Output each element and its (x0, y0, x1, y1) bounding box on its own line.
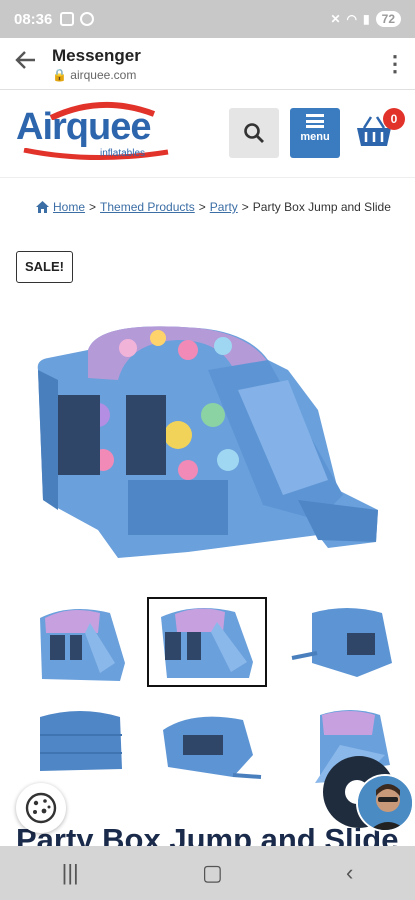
breadcrumb-separator: > (198, 200, 206, 214)
thumbnail-image (163, 716, 262, 779)
browser-app-bar: Messenger 🔒 airquee.com ⋮ (0, 38, 415, 90)
airquee-logo[interactable]: Airquee inflatables (16, 101, 176, 166)
cart-count-badge: 0 (383, 108, 405, 130)
menu-label: menu (300, 131, 330, 143)
breadcrumb-current: Party Box Jump and Slide (252, 200, 391, 214)
breadcrumb-themed-products-link[interactable]: Themed Products (100, 200, 195, 214)
status-time: 08:36 (14, 10, 53, 28)
thumbnail-4[interactable] (20, 700, 140, 790)
breadcrumb-party-link[interactable]: Party (210, 200, 238, 214)
notification-icon (60, 12, 75, 26)
search-button[interactable] (229, 108, 279, 158)
thumbnail-image (291, 608, 392, 677)
back-button-icon[interactable]: ‹ (346, 860, 353, 886)
thumbnail-image (40, 609, 125, 681)
product-main-image[interactable] (28, 320, 388, 560)
breadcrumb-separator: > (241, 200, 249, 214)
wifi-icon: ◠ (346, 12, 358, 26)
breadcrumb-home-link[interactable]: Home (53, 200, 85, 214)
lock-icon: 🔒 (52, 67, 67, 82)
cookie-icon (25, 792, 57, 824)
app-title: Messenger (52, 45, 141, 65)
back-arrow-icon[interactable] (0, 47, 52, 80)
home-icon (36, 201, 49, 213)
search-icon (244, 123, 264, 143)
support-agent-photo (358, 776, 412, 830)
menu-button[interactable]: menu (290, 108, 340, 158)
previous-image-arrow-icon[interactable]: ‹ (30, 430, 37, 453)
home-button-icon[interactable]: ▢ (202, 860, 223, 886)
logo-subtitle: inflatables (100, 148, 146, 159)
thumbnail-5[interactable] (148, 700, 268, 790)
battery-indicator: 72 (375, 11, 401, 27)
mute-icon: ✕ (330, 12, 341, 26)
hamburger-icon (306, 114, 324, 128)
sale-badge: SALE! (16, 251, 73, 283)
browser-title-block: Messenger 🔒 airquee.com (52, 46, 375, 82)
system-navigation-bar: ||| ▢ ‹ (0, 846, 415, 900)
thumbnail-2-selected[interactable] (147, 597, 267, 687)
bouncy-castle-illustration (37, 326, 378, 558)
kebab-icon[interactable]: ⋮ (375, 51, 415, 77)
recent-apps-icon[interactable]: ||| (62, 860, 79, 886)
logo-underline-swoosh (23, 148, 169, 161)
status-bar: 08:36 ✕ ◠ ▮ 72 (0, 0, 415, 38)
messenger-notification-icon (80, 12, 95, 26)
logo-text: Airquee (16, 106, 151, 148)
thumbnail-image (40, 711, 122, 771)
breadcrumb-separator: > (89, 200, 97, 214)
avatar[interactable] (356, 774, 414, 832)
thumbnail-image (161, 608, 253, 678)
breadcrumb: Home > Themed Products > Party > Party B… (36, 200, 391, 214)
thumbnail-3[interactable] (282, 598, 402, 688)
page-url: 🔒 airquee.com (52, 68, 375, 82)
thumbnail-1[interactable] (20, 598, 140, 688)
site-header: Airquee inflatables menu (0, 90, 415, 178)
cookie-settings-button[interactable] (16, 783, 66, 833)
page-url-text: airquee.com (70, 67, 137, 82)
signal-icon: ▮ (363, 12, 370, 26)
